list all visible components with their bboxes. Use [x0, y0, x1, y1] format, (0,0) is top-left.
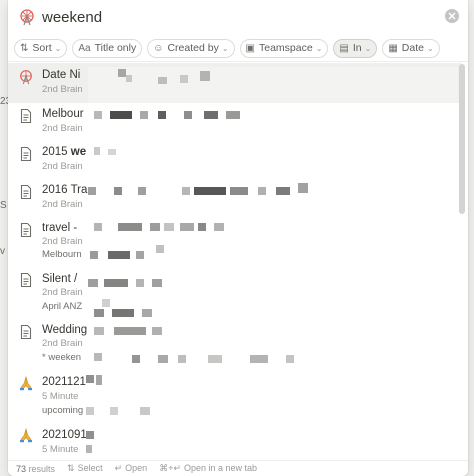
search-bar [8, 0, 468, 33]
filter-in[interactable]: ▤ In ⌄ [333, 38, 378, 58]
search-input[interactable] [42, 6, 432, 28]
result-path: 2nd Brain [42, 287, 83, 298]
chevron-down-icon: ⌄ [364, 43, 372, 53]
close-icon [448, 12, 456, 20]
chevron-down-icon: ⌄ [426, 43, 434, 53]
ferris-wheel-icon [20, 9, 34, 26]
background-text: S [0, 200, 7, 211]
sort-icon: ⇅ [20, 42, 29, 54]
clear-search-button[interactable] [445, 9, 459, 23]
page-icon [20, 222, 32, 238]
command-enter-icon: ⌘+↵ [159, 463, 181, 473]
open-new-tab-hint: ⌘+↵ Open in a new tab [159, 463, 258, 473]
filter-bar: ⇅ Sort ⌄ Aa Title only ☺ Created by ⌄ ▣ … [8, 35, 468, 62]
page-icon [20, 272, 32, 288]
praying-hands-icon [20, 427, 32, 443]
select-hint: ⇅ Select [67, 463, 103, 473]
teamspace-icon: ▣ [245, 42, 255, 54]
search-modal: ⇅ Sort ⌄ Aa Title only ☺ Created by ⌄ ▣ … [8, 0, 468, 476]
result-path: 2nd Brain [42, 236, 83, 247]
result-path: 5 Minute [42, 391, 79, 402]
page-icon [20, 324, 32, 340]
result-title: Date Ni [42, 69, 81, 81]
result-title: travel - [42, 222, 78, 234]
ferris-wheel-icon [20, 70, 32, 85]
filter-label: Teamspace [258, 42, 313, 54]
arrows-icon: ⇅ [67, 463, 75, 473]
chevron-down-icon: ⌄ [315, 43, 323, 53]
result-title: Melbour [42, 108, 84, 120]
filter-title-only[interactable]: Aa Title only [72, 38, 143, 58]
person-icon: ☺ [153, 42, 164, 54]
filter-label: Date [401, 42, 424, 54]
praying-hands-icon [20, 375, 32, 391]
filter-label: Created by [167, 42, 219, 54]
filter-date[interactable]: ▦ Date ⌄ [382, 38, 440, 58]
result-path: 2nd Brain [42, 161, 83, 172]
filter-teamspace[interactable]: ▣ Teamspace ⌄ [239, 38, 329, 58]
result-path: 2nd Brain [42, 84, 83, 95]
chevron-down-icon: ⌄ [54, 43, 62, 53]
filter-created-by[interactable]: ☺ Created by ⌄ [147, 38, 235, 58]
page-icon [20, 108, 32, 124]
chevron-down-icon: ⌄ [221, 43, 229, 53]
result-count: 73 results [16, 463, 56, 474]
scrollbar[interactable] [459, 64, 465, 214]
text-icon: Aa [78, 42, 91, 54]
calendar-icon: ▦ [388, 42, 398, 54]
result-path: 2nd Brain [42, 338, 83, 349]
filter-sort[interactable]: ⇅ Sort ⌄ [14, 38, 68, 58]
result-snippet: * weeken [42, 352, 82, 363]
footer-bar: 73 results ⇅ Select ↵ Open ⌘+↵ Open in a ne… [8, 460, 468, 476]
filter-label: Title only [94, 42, 137, 54]
enter-icon: ↵ [114, 463, 123, 473]
page-icon [20, 184, 32, 200]
redaction-overlay [80, 63, 460, 460]
page-icon [20, 146, 32, 162]
result-snippet: upcoming [42, 405, 84, 416]
background-text: v [0, 246, 5, 257]
result-snippet: Melbourn [42, 249, 82, 260]
result-title: Silent / [42, 273, 78, 285]
filter-label: In [352, 42, 362, 54]
document-icon: ▤ [339, 42, 349, 54]
result-path: 2nd Brain [42, 199, 83, 210]
results-list: Date Ni 2nd Brain ↵ Melbour 2nd Brain [8, 63, 468, 460]
result-snippet: April ANZ [42, 301, 83, 312]
open-hint: ↵ Open [114, 463, 148, 473]
result-path: 5 Minute [42, 444, 79, 455]
filter-label: Sort [32, 42, 52, 54]
result-path: 2nd Brain [42, 123, 83, 134]
